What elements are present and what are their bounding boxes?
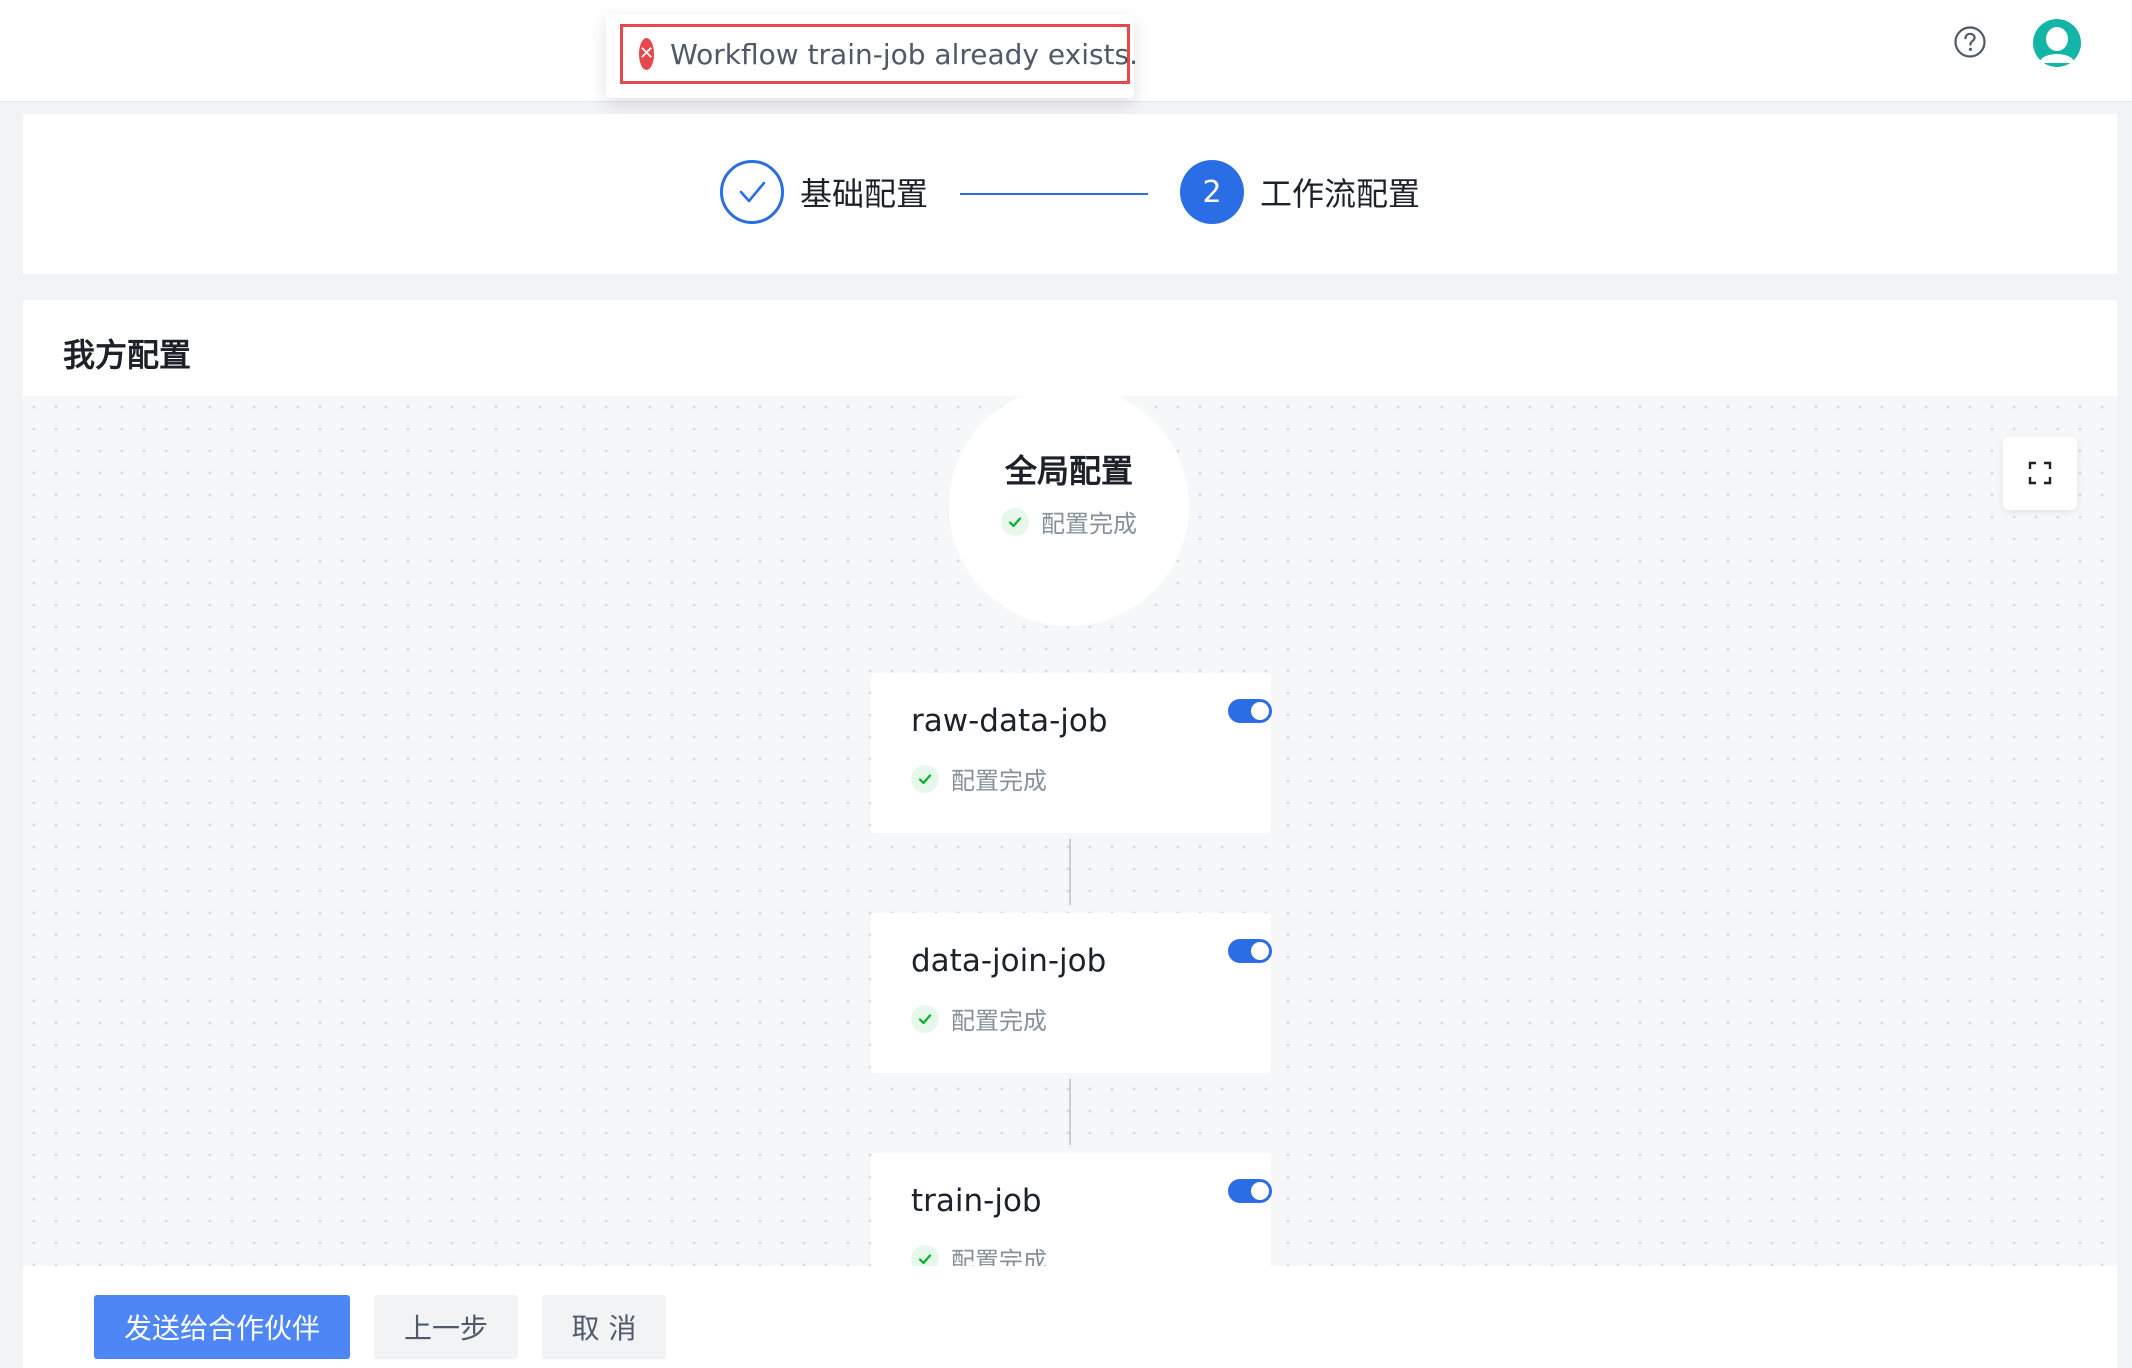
question-circle-icon[interactable]: [1953, 25, 1987, 59]
status-text: 配置完成: [951, 1007, 1047, 1035]
status-text: 配置完成: [951, 767, 1047, 795]
check-circle-icon: [911, 1244, 939, 1266]
step-label: 基础配置: [800, 175, 929, 213]
job-status: 配置完成: [911, 761, 1047, 796]
edge-connector: [1069, 1079, 1071, 1145]
step-done-circle: [720, 160, 784, 224]
job-title: raw-data-job: [911, 703, 1108, 739]
step-label: 工作流配置: [1260, 175, 1421, 213]
step-number-circle: 2: [1180, 160, 1244, 224]
cancel-button[interactable]: 取 消: [542, 1295, 666, 1359]
footer-actions: 发送给合作伙伴 上一步 取 消: [23, 1266, 2117, 1368]
job-title: train-job: [911, 1183, 1042, 1219]
job-node-train-job[interactable]: train-job 配置完成: [871, 1153, 1272, 1266]
steps-card: 基础配置 2 工作流配置: [23, 114, 2117, 274]
check-circle-icon: [1001, 507, 1029, 536]
our-config-section: 我方配置 全局配置 配置完成 raw-data-job 配置完成 data-jo…: [23, 300, 2117, 1368]
job-node-data-join-job[interactable]: data-join-job 配置完成: [871, 913, 1272, 1073]
global-config-status: 配置完成: [949, 504, 1189, 539]
toast-message: Workflow train-job already exists.: [670, 37, 1139, 71]
global-config-title: 全局配置: [1004, 452, 1133, 490]
workflow-canvas[interactable]: 全局配置 配置完成 raw-data-job 配置完成 data-join-jo…: [23, 396, 2117, 1266]
check-circle-icon: [911, 764, 939, 793]
user-avatar-icon[interactable]: [2032, 18, 2082, 68]
send-to-partner-button[interactable]: 发送给合作伙伴: [94, 1295, 350, 1359]
job-toggle[interactable]: [1228, 1179, 1272, 1203]
toggle-knob: [1251, 702, 1269, 720]
global-config-node[interactable]: 全局配置 配置完成: [949, 396, 1189, 626]
toggle-knob: [1251, 942, 1269, 960]
job-title: data-join-job: [911, 943, 1107, 979]
section-title: 我方配置: [63, 336, 192, 374]
previous-step-button[interactable]: 上一步: [374, 1295, 518, 1359]
edge-connector: [1069, 839, 1071, 905]
fullscreen-button[interactable]: [2003, 436, 2077, 510]
job-node-raw-data-job[interactable]: raw-data-job 配置完成: [871, 673, 1272, 833]
job-status: 配置完成: [911, 1241, 1047, 1266]
step-basic-config: 基础配置: [720, 160, 928, 224]
error-icon: ✕: [639, 38, 655, 70]
job-status: 配置完成: [911, 1001, 1047, 1036]
error-toast: ✕ Workflow train-job already exists.: [620, 24, 1138, 84]
check-icon: [739, 181, 766, 203]
toggle-knob: [1251, 1182, 1269, 1200]
fullscreen-icon: [2028, 461, 2052, 485]
status-text: 配置完成: [951, 1247, 1047, 1266]
status-text: 配置完成: [1041, 510, 1137, 538]
job-toggle[interactable]: [1228, 939, 1272, 963]
step-number: 2: [1202, 174, 1222, 210]
step-workflow-config: 2 工作流配置: [1180, 160, 1420, 224]
step-connector: [960, 193, 1148, 195]
job-toggle[interactable]: [1228, 699, 1272, 723]
check-circle-icon: [911, 1004, 939, 1033]
